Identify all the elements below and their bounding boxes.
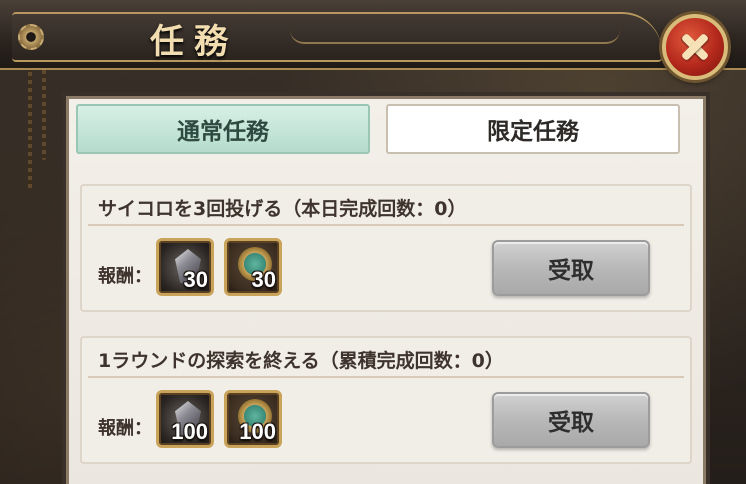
task-card: 1ラウンドの探索を終える（累積完成回数：0） 報酬： 100 100 受取 [80,336,692,464]
reward-label: 報酬： [98,266,152,287]
reward-item: 100 [156,390,214,448]
tab-label: 限定任務 [487,119,579,145]
reward-item: 30 [224,238,282,296]
divider [88,376,684,378]
header-banner: 任務 [0,0,746,70]
task-card: サイコロを3回投げる（本日完成回数：0） 報酬： 30 30 受取 [80,184,692,312]
reward-count: 100 [171,419,208,444]
reward-label: 報酬： [98,418,152,439]
claim-button[interactable]: 受取 [492,392,650,448]
tab-limited-missions[interactable]: 限定任務 [386,104,680,154]
close-button[interactable] [662,14,728,80]
reward-item: 30 [156,238,214,296]
tab-label: 通常任務 [177,119,269,145]
reward-count: 30 [183,267,208,292]
flourish-decoration [290,30,620,44]
page-title: 任務 [150,22,238,62]
reward-item: 100 [224,390,282,448]
task-title: 1ラウンドの探索を終える（累積完成回数：0） [98,350,504,372]
task-title: サイコロを3回投げる（本日完成回数：0） [98,198,467,220]
reward-count: 30 [251,267,276,292]
tab-regular-missions[interactable]: 通常任務 [76,104,370,154]
divider [88,224,684,226]
reward-count: 100 [239,419,276,444]
claim-button[interactable]: 受取 [492,240,650,296]
gear-icon [18,24,44,50]
